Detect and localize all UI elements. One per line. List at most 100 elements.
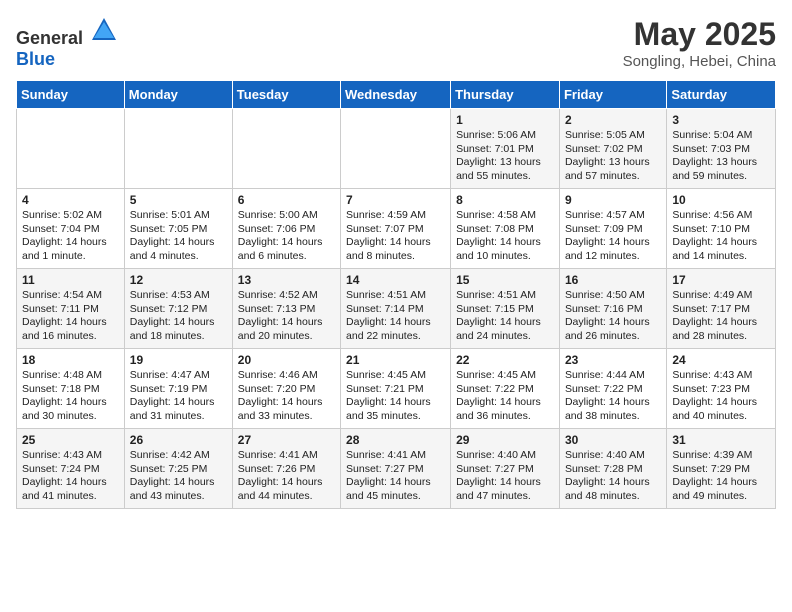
weekday-header: Wednesday (341, 81, 451, 109)
cell-text: Sunrise: 4:42 AM (130, 449, 227, 463)
cell-text: Sunset: 7:11 PM (22, 303, 119, 317)
calendar-cell: 27Sunrise: 4:41 AMSunset: 7:26 PMDayligh… (232, 429, 340, 509)
cell-text: Sunrise: 4:59 AM (346, 209, 445, 223)
cell-text: Daylight: 14 hours (346, 316, 445, 330)
day-number: 4 (22, 193, 119, 207)
cell-text: and 20 minutes. (238, 330, 335, 344)
cell-text: Sunset: 7:23 PM (672, 383, 770, 397)
day-number: 13 (238, 273, 335, 287)
day-number: 6 (238, 193, 335, 207)
logo-icon (90, 16, 118, 44)
day-number: 7 (346, 193, 445, 207)
cell-text: Daylight: 14 hours (672, 316, 770, 330)
day-number: 23 (565, 353, 661, 367)
cell-text: Daylight: 14 hours (22, 476, 119, 490)
cell-text: Sunrise: 4:41 AM (238, 449, 335, 463)
cell-text: Sunset: 7:17 PM (672, 303, 770, 317)
cell-text: Sunrise: 4:51 AM (346, 289, 445, 303)
cell-text: Daylight: 14 hours (672, 476, 770, 490)
logo-blue: Blue (16, 49, 55, 69)
cell-text: and 12 minutes. (565, 250, 661, 264)
calendar-cell: 20Sunrise: 4:46 AMSunset: 7:20 PMDayligh… (232, 349, 340, 429)
weekday-header: Thursday (451, 81, 560, 109)
cell-text: Daylight: 14 hours (672, 396, 770, 410)
cell-text: and 26 minutes. (565, 330, 661, 344)
cell-text: and 8 minutes. (346, 250, 445, 264)
calendar-cell: 22Sunrise: 4:45 AMSunset: 7:22 PMDayligh… (451, 349, 560, 429)
cell-text: Daylight: 14 hours (238, 236, 335, 250)
calendar-week-row: 11Sunrise: 4:54 AMSunset: 7:11 PMDayligh… (17, 269, 776, 349)
cell-text: and 38 minutes. (565, 410, 661, 424)
cell-text: Daylight: 14 hours (565, 316, 661, 330)
day-number: 27 (238, 433, 335, 447)
cell-text: Daylight: 14 hours (565, 396, 661, 410)
cell-text: Sunset: 7:19 PM (130, 383, 227, 397)
cell-text: Sunset: 7:12 PM (130, 303, 227, 317)
cell-text: Sunset: 7:25 PM (130, 463, 227, 477)
cell-text: Sunrise: 5:01 AM (130, 209, 227, 223)
cell-text: and 24 minutes. (456, 330, 554, 344)
calendar-cell: 30Sunrise: 4:40 AMSunset: 7:28 PMDayligh… (559, 429, 666, 509)
calendar-cell (17, 109, 125, 189)
calendar-cell: 13Sunrise: 4:52 AMSunset: 7:13 PMDayligh… (232, 269, 340, 349)
calendar-week-row: 4Sunrise: 5:02 AMSunset: 7:04 PMDaylight… (17, 189, 776, 269)
calendar-cell: 21Sunrise: 4:45 AMSunset: 7:21 PMDayligh… (341, 349, 451, 429)
calendar-cell: 24Sunrise: 4:43 AMSunset: 7:23 PMDayligh… (667, 349, 776, 429)
calendar-cell: 10Sunrise: 4:56 AMSunset: 7:10 PMDayligh… (667, 189, 776, 269)
day-number: 1 (456, 113, 554, 127)
cell-text: Sunrise: 4:39 AM (672, 449, 770, 463)
day-number: 31 (672, 433, 770, 447)
cell-text: Sunset: 7:24 PM (22, 463, 119, 477)
cell-text: and 4 minutes. (130, 250, 227, 264)
cell-text: Sunrise: 4:54 AM (22, 289, 119, 303)
cell-text: Sunrise: 4:41 AM (346, 449, 445, 463)
cell-text: Daylight: 13 hours (672, 156, 770, 170)
cell-text: Daylight: 14 hours (456, 476, 554, 490)
cell-text: Sunset: 7:14 PM (346, 303, 445, 317)
cell-text: Daylight: 14 hours (456, 236, 554, 250)
cell-text: Daylight: 14 hours (238, 396, 335, 410)
cell-text: Sunset: 7:27 PM (456, 463, 554, 477)
cell-text: and 28 minutes. (672, 330, 770, 344)
cell-text: Daylight: 14 hours (130, 316, 227, 330)
cell-text: Sunset: 7:02 PM (565, 143, 661, 157)
cell-text: Daylight: 13 hours (565, 156, 661, 170)
cell-text: and 6 minutes. (238, 250, 335, 264)
cell-text: Sunrise: 4:40 AM (565, 449, 661, 463)
weekday-header: Tuesday (232, 81, 340, 109)
cell-text: Daylight: 14 hours (130, 396, 227, 410)
day-number: 19 (130, 353, 227, 367)
calendar-cell: 15Sunrise: 4:51 AMSunset: 7:15 PMDayligh… (451, 269, 560, 349)
cell-text: Sunrise: 4:45 AM (456, 369, 554, 383)
cell-text: Sunset: 7:04 PM (22, 223, 119, 237)
cell-text: Sunset: 7:22 PM (456, 383, 554, 397)
cell-text: Sunset: 7:27 PM (346, 463, 445, 477)
day-number: 11 (22, 273, 119, 287)
cell-text: Sunset: 7:20 PM (238, 383, 335, 397)
calendar-cell: 7Sunrise: 4:59 AMSunset: 7:07 PMDaylight… (341, 189, 451, 269)
cell-text: Daylight: 14 hours (130, 476, 227, 490)
cell-text: Daylight: 14 hours (346, 476, 445, 490)
calendar-cell: 2Sunrise: 5:05 AMSunset: 7:02 PMDaylight… (559, 109, 666, 189)
cell-text: Sunrise: 5:06 AM (456, 129, 554, 143)
cell-text: Daylight: 13 hours (456, 156, 554, 170)
cell-text: Daylight: 14 hours (22, 316, 119, 330)
calendar-week-row: 25Sunrise: 4:43 AMSunset: 7:24 PMDayligh… (17, 429, 776, 509)
cell-text: Sunrise: 4:57 AM (565, 209, 661, 223)
cell-text: Sunset: 7:21 PM (346, 383, 445, 397)
calendar-cell: 19Sunrise: 4:47 AMSunset: 7:19 PMDayligh… (124, 349, 232, 429)
cell-text: and 55 minutes. (456, 170, 554, 184)
cell-text: Daylight: 14 hours (238, 476, 335, 490)
cell-text: and 41 minutes. (22, 490, 119, 504)
calendar-cell (232, 109, 340, 189)
cell-text: and 30 minutes. (22, 410, 119, 424)
cell-text: and 36 minutes. (456, 410, 554, 424)
cell-text: Sunrise: 5:04 AM (672, 129, 770, 143)
cell-text: and 40 minutes. (672, 410, 770, 424)
calendar-cell: 8Sunrise: 4:58 AMSunset: 7:08 PMDaylight… (451, 189, 560, 269)
day-number: 24 (672, 353, 770, 367)
weekday-header: Monday (124, 81, 232, 109)
calendar-cell: 25Sunrise: 4:43 AMSunset: 7:24 PMDayligh… (17, 429, 125, 509)
cell-text: Sunrise: 4:45 AM (346, 369, 445, 383)
calendar-week-row: 1Sunrise: 5:06 AMSunset: 7:01 PMDaylight… (17, 109, 776, 189)
